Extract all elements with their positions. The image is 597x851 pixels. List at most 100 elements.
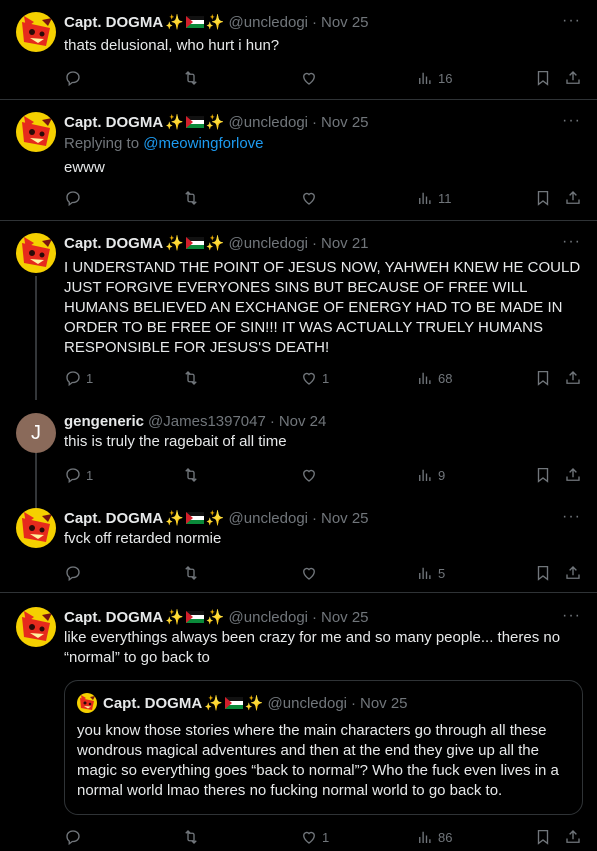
tweet-header: gengeneric @James1397047 · Nov 24 [64,411,326,431]
name-emojis: ✨ ✨ [165,113,224,131]
handle[interactable]: @uncledogi [229,235,308,252]
more-icon[interactable]: ··· [562,607,581,625]
reply-button[interactable]: 1 [64,368,93,388]
handle[interactable]: @uncledogi [229,510,308,527]
like-button[interactable] [300,68,322,88]
avatar[interactable] [16,233,56,273]
timestamp[interactable]: Nov 24 [279,413,327,430]
views-icon [416,189,434,207]
tweet-3[interactable]: Capt. DOGMA ✨ ✨ @uncledogi · Nov 21 ··· I… [0,233,597,393]
reply-button[interactable]: 1 [64,465,93,485]
reply-button[interactable] [64,827,86,847]
like-button[interactable]: 1 [300,827,329,847]
reply-count: 1 [86,467,94,483]
bookmark-button[interactable] [534,563,552,583]
display-name[interactable]: gengeneric [64,413,144,430]
action-bar: 1 9 [64,465,584,485]
retweet-button[interactable] [182,188,200,208]
views-button[interactable]: 68 [416,368,452,388]
separator: · [312,234,317,252]
tweet-text: I UNDERSTAND THE POINT OF JESUS NOW, YAH… [64,259,581,356]
quote-header: Capt. DOGMA ✨ ✨ @uncledogi · Nov 25 [77,693,408,713]
retweet-button[interactable] [182,827,200,847]
tweet-2[interactable]: Capt. DOGMA ✨ ✨ @uncledogi · Nov 25 ··· R… [0,112,597,220]
share-button[interactable] [564,188,582,208]
views-icon [416,564,434,582]
bookmark-button[interactable] [534,827,552,847]
handle[interactable]: @James1397047 [148,413,266,430]
display-name[interactable]: Capt. DOGMA [64,14,163,31]
timestamp[interactable]: Nov 25 [321,609,369,626]
display-name[interactable]: Capt. DOGMA [64,114,163,131]
views-button[interactable]: 5 [416,563,445,583]
retweet-button[interactable] [182,563,200,583]
handle[interactable]: @uncledogi [229,609,308,626]
timestamp[interactable]: Nov 25 [321,114,369,131]
tweet-6[interactable]: Capt. DOGMA ✨ ✨ @uncledogi · Nov 25 ··· l… [0,607,597,851]
reply-button[interactable] [64,68,86,88]
views-button[interactable]: 11 [416,188,452,208]
avatar[interactable] [16,112,56,152]
like-icon [300,189,318,207]
like-button[interactable] [300,188,322,208]
avatar[interactable] [16,12,56,52]
like-button[interactable] [300,465,322,485]
quote-text: you know those stories where the main ch… [77,722,559,799]
views-button[interactable]: 16 [416,68,452,88]
more-icon[interactable]: ··· [562,508,581,526]
bookmark-icon [534,369,552,387]
more-icon[interactable]: ··· [562,12,581,30]
avatar[interactable] [16,607,56,647]
retweet-button[interactable] [182,68,200,88]
handle[interactable]: @uncledogi [229,14,308,31]
like-button[interactable] [300,563,322,583]
more-icon[interactable]: ··· [562,233,581,251]
timestamp[interactable]: Nov 25 [321,510,369,527]
reply-icon [64,369,82,387]
avatar[interactable]: J [16,413,56,453]
quote-display-name: Capt. DOGMA [103,694,203,712]
tweet-1[interactable]: Capt. DOGMA ✨ ✨ @uncledogi · Nov 25 ··· t… [0,12,597,100]
timestamp[interactable]: Nov 25 [321,14,369,31]
share-button[interactable] [564,368,582,388]
quote-avatar [77,693,97,713]
more-icon[interactable]: ··· [562,112,581,130]
name-emojis: ✨ ✨ [204,694,263,712]
tweet-header: Capt. DOGMA ✨ ✨ @uncledogi · Nov 25 [64,112,369,132]
tweet-4[interactable]: J gengeneric @James1397047 · Nov 24 this… [0,411,597,499]
bookmark-button[interactable] [534,368,552,388]
bookmark-icon [534,466,552,484]
share-button[interactable] [564,827,582,847]
retweet-button[interactable] [182,465,200,485]
avatar[interactable] [16,508,56,548]
retweet-icon [182,69,200,87]
share-button[interactable] [564,563,582,583]
tweet-text: like everythings always been crazy for m… [64,629,561,666]
tweet-5[interactable]: Capt. DOGMA ✨ ✨ @uncledogi · Nov 25 ··· f… [0,508,597,594]
display-name[interactable]: Capt. DOGMA [64,510,163,527]
view-count: 9 [438,467,446,483]
reply-to-link[interactable]: @meowingforlove [143,135,263,152]
reply-button[interactable] [64,188,86,208]
divider [0,592,597,593]
retweet-button[interactable] [182,368,200,388]
bookmark-button[interactable] [534,465,552,485]
divider [0,220,597,221]
reply-button[interactable] [64,563,86,583]
sparkle-icon: ✨ [204,695,223,712]
share-button[interactable] [564,465,582,485]
display-name[interactable]: Capt. DOGMA [64,609,163,626]
bookmark-button[interactable] [534,68,552,88]
timestamp[interactable]: Nov 21 [321,235,369,252]
share-button[interactable] [564,68,582,88]
share-icon [564,564,582,582]
display-name[interactable]: Capt. DOGMA [64,235,163,252]
flag-icon [186,116,204,128]
reply-icon [64,189,82,207]
views-button[interactable]: 9 [416,465,445,485]
bookmark-button[interactable] [534,188,552,208]
quoted-tweet[interactable]: Capt. DOGMA ✨ ✨ @uncledogi · Nov 25 you k… [64,680,583,815]
like-button[interactable]: 1 [300,368,329,388]
handle[interactable]: @uncledogi [229,114,308,131]
views-button[interactable]: 86 [416,827,452,847]
